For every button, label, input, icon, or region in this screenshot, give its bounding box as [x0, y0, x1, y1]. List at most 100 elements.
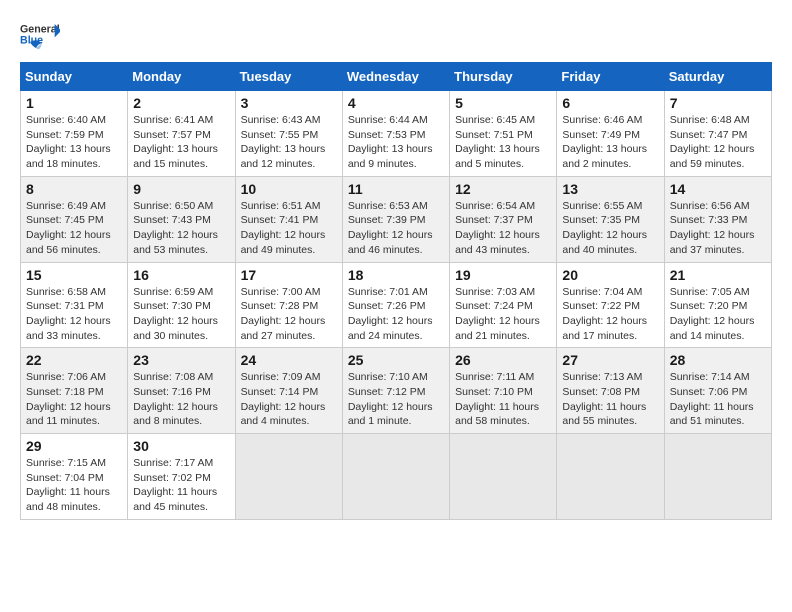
day-number: 3	[241, 95, 337, 111]
day-info: Sunrise: 6:51 AMSunset: 7:41 PMDaylight:…	[241, 199, 337, 258]
day-info: Sunrise: 6:54 AMSunset: 7:37 PMDaylight:…	[455, 199, 551, 258]
day-number: 8	[26, 181, 122, 197]
calendar-cell: 7 Sunrise: 6:48 AMSunset: 7:47 PMDaylight…	[664, 91, 771, 177]
calendar-cell: 27 Sunrise: 7:13 AMSunset: 7:08 PMDayligh…	[557, 348, 664, 434]
calendar-cell	[557, 434, 664, 520]
day-number: 7	[670, 95, 766, 111]
day-info: Sunrise: 7:04 AMSunset: 7:22 PMDaylight:…	[562, 285, 658, 344]
calendar-cell: 21 Sunrise: 7:05 AMSunset: 7:20 PMDayligh…	[664, 262, 771, 348]
day-number: 20	[562, 267, 658, 283]
calendar-cell: 4 Sunrise: 6:44 AMSunset: 7:53 PMDaylight…	[342, 91, 449, 177]
calendar-cell: 9 Sunrise: 6:50 AMSunset: 7:43 PMDaylight…	[128, 176, 235, 262]
calendar-cell: 15 Sunrise: 6:58 AMSunset: 7:31 PMDayligh…	[21, 262, 128, 348]
day-info: Sunrise: 6:44 AMSunset: 7:53 PMDaylight:…	[348, 113, 444, 172]
day-number: 24	[241, 352, 337, 368]
calendar-week-1: 1 Sunrise: 6:40 AMSunset: 7:59 PMDaylight…	[21, 91, 772, 177]
logo-bird-icon	[22, 38, 44, 56]
day-number: 18	[348, 267, 444, 283]
day-info: Sunrise: 6:55 AMSunset: 7:35 PMDaylight:…	[562, 199, 658, 258]
day-number: 16	[133, 267, 229, 283]
day-number: 13	[562, 181, 658, 197]
day-info: Sunrise: 7:01 AMSunset: 7:26 PMDaylight:…	[348, 285, 444, 344]
day-number: 19	[455, 267, 551, 283]
calendar-cell: 20 Sunrise: 7:04 AMSunset: 7:22 PMDayligh…	[557, 262, 664, 348]
day-info: Sunrise: 7:05 AMSunset: 7:20 PMDaylight:…	[670, 285, 766, 344]
calendar-cell: 24 Sunrise: 7:09 AMSunset: 7:14 PMDayligh…	[235, 348, 342, 434]
calendar-cell: 26Sunrise: 7:11 AMSunset: 7:10 PMDayligh…	[450, 348, 557, 434]
calendar-cell: 11 Sunrise: 6:53 AMSunset: 7:39 PMDayligh…	[342, 176, 449, 262]
logo: General Blue	[20, 20, 60, 52]
calendar-cell: 6Sunrise: 6:46 AMSunset: 7:49 PMDaylight…	[557, 91, 664, 177]
calendar-cell	[664, 434, 771, 520]
calendar-week-5: 29Sunrise: 7:15 AMSunset: 7:04 PMDayligh…	[21, 434, 772, 520]
calendar-header-wednesday: Wednesday	[342, 63, 449, 91]
calendar-table: SundayMondayTuesdayWednesdayThursdayFrid…	[20, 62, 772, 520]
calendar-cell: 18 Sunrise: 7:01 AMSunset: 7:26 PMDayligh…	[342, 262, 449, 348]
calendar-cell: 16 Sunrise: 6:59 AMSunset: 7:30 PMDayligh…	[128, 262, 235, 348]
day-number: 6	[562, 95, 658, 111]
calendar-cell: 14 Sunrise: 6:56 AMSunset: 7:33 PMDayligh…	[664, 176, 771, 262]
calendar-cell: 19 Sunrise: 7:03 AMSunset: 7:24 PMDayligh…	[450, 262, 557, 348]
day-number: 22	[26, 352, 122, 368]
day-number: 27	[562, 352, 658, 368]
day-info: Sunrise: 7:14 AMSunset: 7:06 PMDaylight:…	[670, 370, 766, 429]
calendar-cell: 1 Sunrise: 6:40 AMSunset: 7:59 PMDaylight…	[21, 91, 128, 177]
day-number: 21	[670, 267, 766, 283]
day-info: Sunrise: 7:17 AMSunset: 7:02 PMDaylight:…	[133, 456, 229, 515]
calendar-cell: 23Sunrise: 7:08 AMSunset: 7:16 PMDayligh…	[128, 348, 235, 434]
day-info: Sunrise: 6:40 AMSunset: 7:59 PMDaylight:…	[26, 113, 122, 172]
calendar-cell: 5 Sunrise: 6:45 AMSunset: 7:51 PMDaylight…	[450, 91, 557, 177]
day-info: Sunrise: 7:11 AMSunset: 7:10 PMDaylight:…	[455, 370, 551, 429]
calendar-week-4: 22 Sunrise: 7:06 AMSunset: 7:18 PMDayligh…	[21, 348, 772, 434]
day-info: Sunrise: 6:48 AMSunset: 7:47 PMDaylight:…	[670, 113, 766, 172]
day-number: 11	[348, 181, 444, 197]
day-number: 17	[241, 267, 337, 283]
day-number: 9	[133, 181, 229, 197]
day-info: Sunrise: 7:06 AMSunset: 7:18 PMDaylight:…	[26, 370, 122, 429]
day-info: Sunrise: 7:09 AMSunset: 7:14 PMDaylight:…	[241, 370, 337, 429]
calendar-cell: 25 Sunrise: 7:10 AMSunset: 7:12 PMDayligh…	[342, 348, 449, 434]
day-number: 2	[133, 95, 229, 111]
day-number: 25	[348, 352, 444, 368]
day-number: 4	[348, 95, 444, 111]
day-number: 28	[670, 352, 766, 368]
calendar-cell: 12 Sunrise: 6:54 AMSunset: 7:37 PMDayligh…	[450, 176, 557, 262]
calendar-cell: 13 Sunrise: 6:55 AMSunset: 7:35 PMDayligh…	[557, 176, 664, 262]
day-info: Sunrise: 7:10 AMSunset: 7:12 PMDaylight:…	[348, 370, 444, 429]
day-info: Sunrise: 6:56 AMSunset: 7:33 PMDaylight:…	[670, 199, 766, 258]
calendar-cell: 3Sunrise: 6:43 AMSunset: 7:55 PMDaylight…	[235, 91, 342, 177]
day-info: Sunrise: 7:08 AMSunset: 7:16 PMDaylight:…	[133, 370, 229, 429]
calendar-cell: 17Sunrise: 7:00 AMSunset: 7:28 PMDayligh…	[235, 262, 342, 348]
calendar-cell: 22 Sunrise: 7:06 AMSunset: 7:18 PMDayligh…	[21, 348, 128, 434]
calendar-header-thursday: Thursday	[450, 63, 557, 91]
calendar-header-saturday: Saturday	[664, 63, 771, 91]
calendar-header-row: SundayMondayTuesdayWednesdayThursdayFrid…	[21, 63, 772, 91]
calendar-week-3: 15 Sunrise: 6:58 AMSunset: 7:31 PMDayligh…	[21, 262, 772, 348]
calendar-cell: 28 Sunrise: 7:14 AMSunset: 7:06 PMDayligh…	[664, 348, 771, 434]
day-number: 15	[26, 267, 122, 283]
calendar-header-sunday: Sunday	[21, 63, 128, 91]
calendar-cell	[235, 434, 342, 520]
day-info: Sunrise: 6:53 AMSunset: 7:39 PMDaylight:…	[348, 199, 444, 258]
day-info: Sunrise: 7:15 AMSunset: 7:04 PMDaylight:…	[26, 456, 122, 515]
day-number: 10	[241, 181, 337, 197]
day-number: 12	[455, 181, 551, 197]
day-number: 30	[133, 438, 229, 454]
calendar-cell	[342, 434, 449, 520]
calendar-cell: 2 Sunrise: 6:41 AMSunset: 7:57 PMDaylight…	[128, 91, 235, 177]
day-info: Sunrise: 7:13 AMSunset: 7:08 PMDaylight:…	[562, 370, 658, 429]
day-number: 14	[670, 181, 766, 197]
calendar-week-2: 8 Sunrise: 6:49 AMSunset: 7:45 PMDaylight…	[21, 176, 772, 262]
day-info: Sunrise: 6:45 AMSunset: 7:51 PMDaylight:…	[455, 113, 551, 172]
calendar-header-tuesday: Tuesday	[235, 63, 342, 91]
calendar-cell	[450, 434, 557, 520]
day-info: Sunrise: 6:59 AMSunset: 7:30 PMDaylight:…	[133, 285, 229, 344]
day-info: Sunrise: 6:58 AMSunset: 7:31 PMDaylight:…	[26, 285, 122, 344]
day-info: Sunrise: 7:03 AMSunset: 7:24 PMDaylight:…	[455, 285, 551, 344]
day-info: Sunrise: 6:50 AMSunset: 7:43 PMDaylight:…	[133, 199, 229, 258]
calendar-cell: 10 Sunrise: 6:51 AMSunset: 7:41 PMDayligh…	[235, 176, 342, 262]
day-info: Sunrise: 6:49 AMSunset: 7:45 PMDaylight:…	[26, 199, 122, 258]
day-number: 5	[455, 95, 551, 111]
day-number: 1	[26, 95, 122, 111]
day-info: Sunrise: 6:41 AMSunset: 7:57 PMDaylight:…	[133, 113, 229, 172]
